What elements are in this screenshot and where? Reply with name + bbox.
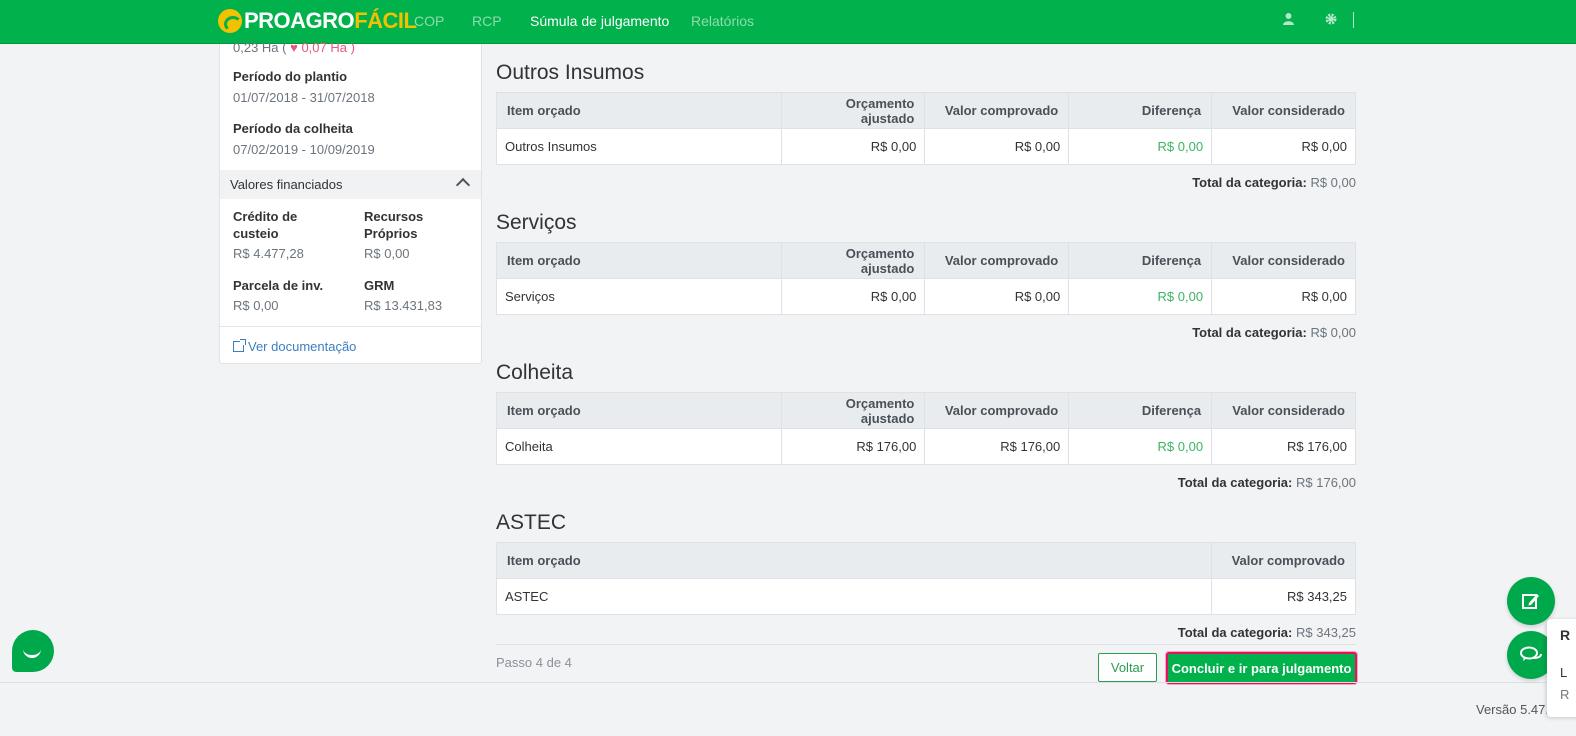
col-difference: Diferença xyxy=(1068,392,1213,429)
cell-adjusted: R$ 0,00 xyxy=(781,128,926,165)
page-divider xyxy=(0,682,1548,683)
logo-text: PROAGROFÁCIL xyxy=(244,8,417,33)
cell-proven: R$ 0,00 xyxy=(924,128,1070,165)
planting-period-value: 01/07/2018 - 31/07/2018 xyxy=(233,90,375,105)
own-resources-label: Recursos Próprios xyxy=(364,209,424,241)
cell-considered: R$ 176,00 xyxy=(1211,428,1356,465)
cell-difference: R$ 0,00 xyxy=(1068,278,1213,315)
cell-considered: R$ 0,00 xyxy=(1211,128,1356,165)
cell-adjusted: R$ 176,00 xyxy=(781,428,926,465)
investment-label: Parcela de inv. xyxy=(233,278,324,293)
col-adjusted: Orçamento ajustado xyxy=(781,392,926,429)
harvest-period-label: Período da colheita xyxy=(233,121,353,136)
grm-value: R$ 13.431,83 xyxy=(364,298,443,313)
category-total-outros-insumos: Total da categoria: R$ 0,00 xyxy=(1192,175,1356,190)
col-item: Item orçado xyxy=(495,242,783,279)
credit-label: Crédito de custeio xyxy=(233,209,298,241)
cell-item: ASTEC xyxy=(495,578,1213,615)
investment-value: R$ 0,00 xyxy=(233,298,279,313)
area-loss: 0,07 Ha xyxy=(301,40,347,55)
side-popup[interactable]: R L R xyxy=(1547,619,1576,717)
step-indicator: Passo 4 de 4 xyxy=(496,655,572,670)
section-title-outros-insumos: Outros Insumos xyxy=(496,61,645,84)
table-header-row: Item orçado Orçamento ajustado Valor com… xyxy=(495,92,1356,129)
cell-adjusted: R$ 0,00 xyxy=(781,278,926,315)
section-title-astec: ASTEC xyxy=(496,511,567,534)
nav-item-relatorios[interactable]: Relatórios xyxy=(691,13,754,29)
nav-separator xyxy=(1353,12,1354,28)
planting-period-label: Período do plantio xyxy=(233,69,348,84)
col-difference: Diferença xyxy=(1068,92,1213,129)
back-button[interactable]: Voltar xyxy=(1098,653,1157,682)
col-item: Item orçado xyxy=(495,542,1213,579)
table-astec: Item orçado Valor comprovado ASTEC R$ 34… xyxy=(495,542,1356,615)
chevron-up-icon[interactable] xyxy=(455,177,471,193)
col-adjusted: Orçamento ajustado xyxy=(781,92,926,129)
table-servicos: Item orçado Orçamento ajustado Valor com… xyxy=(495,242,1356,315)
table-row: Colheita R$ 176,00 R$ 176,00 R$ 0,00 R$ … xyxy=(495,428,1356,465)
section-title-colheita: Colheita xyxy=(496,361,574,384)
col-considered: Valor considerado xyxy=(1211,242,1356,279)
col-item: Item orçado xyxy=(495,92,783,129)
table-header-row: Item orçado Orçamento ajustado Valor com… xyxy=(495,242,1356,279)
col-item: Item orçado xyxy=(495,392,783,429)
area-row: 0,23 Ha ( ♥ 0,07 Ha ) xyxy=(233,40,355,55)
col-proven: Valor comprovado xyxy=(924,242,1070,279)
nav-item-cop[interactable]: COP xyxy=(414,13,444,29)
view-documentation-link[interactable]: Ver documentação xyxy=(233,339,356,354)
col-difference: Diferença xyxy=(1068,242,1213,279)
panel-divider xyxy=(220,326,481,327)
col-proven: Valor comprovado xyxy=(1211,542,1356,579)
proagro-facil-logo[interactable]: PROAGROFÁCIL xyxy=(218,6,417,36)
cell-difference: R$ 0,00 xyxy=(1068,428,1213,465)
harvest-period-value: 07/02/2019 - 10/09/2019 xyxy=(233,142,375,157)
col-adjusted: Orçamento ajustado xyxy=(781,242,926,279)
table-row: Serviços R$ 0,00 R$ 0,00 R$ 0,00 R$ 0,00 xyxy=(495,278,1356,315)
financed-values-title: Valores financiados xyxy=(230,177,343,192)
user-icon[interactable] xyxy=(1283,13,1294,28)
cell-item: Colheita xyxy=(495,428,783,465)
table-header-row: Item orçado Valor comprovado xyxy=(495,542,1356,579)
grm-label: GRM xyxy=(364,278,395,293)
nav-item-sumula[interactable]: Súmula de julgamento xyxy=(530,13,669,29)
cell-difference: R$ 0,00 xyxy=(1068,128,1213,165)
gear-icon[interactable] xyxy=(1325,13,1337,28)
cell-proven: R$ 176,00 xyxy=(924,428,1070,465)
logo-mark-icon xyxy=(218,9,242,33)
footer-divider xyxy=(496,644,1356,645)
chat-widget-icon[interactable] xyxy=(12,630,54,672)
table-row: ASTEC R$ 343,25 xyxy=(495,578,1356,615)
top-navbar: PROAGROFÁCIL COP RCP Súmula de julgament… xyxy=(0,0,1576,44)
credit-value: R$ 4.477,28 xyxy=(233,246,304,261)
table-colheita: Item orçado Orçamento ajustado Valor com… xyxy=(495,392,1356,465)
category-total-colheita: Total da categoria: R$ 176,00 xyxy=(1177,475,1356,490)
cell-proven: R$ 0,00 xyxy=(924,278,1070,315)
table-header-row: Item orçado Orçamento ajustado Valor com… xyxy=(495,392,1356,429)
nav-item-rcp[interactable]: RCP xyxy=(472,13,502,29)
cell-proven: R$ 343,25 xyxy=(1211,578,1356,615)
summary-panel: 0,23 Ha ( ♥ 0,07 Ha ) Período do plantio… xyxy=(219,40,482,364)
own-resources-value: R$ 0,00 xyxy=(364,246,410,261)
category-total-astec: Total da categoria: R$ 343,25 xyxy=(1177,625,1356,640)
finish-and-judge-button[interactable]: Concluir e ir para julgamento xyxy=(1166,652,1357,684)
edit-icon[interactable] xyxy=(1507,577,1555,625)
col-considered: Valor considerado xyxy=(1211,92,1356,129)
cell-item: Serviços xyxy=(495,278,783,315)
col-considered: Valor considerado xyxy=(1211,392,1356,429)
heart-icon: ♥ xyxy=(290,40,298,55)
cell-considered: R$ 0,00 xyxy=(1211,278,1356,315)
col-proven: Valor comprovado xyxy=(924,392,1070,429)
version-label: Versão 5.47. xyxy=(1476,702,1549,717)
section-title-servicos: Serviços xyxy=(496,211,577,234)
financed-values-header[interactable]: Valores financiados xyxy=(220,170,481,199)
table-outros-insumos: Item orçado Orçamento ajustado Valor com… xyxy=(495,92,1356,165)
cell-item: Outros Insumos xyxy=(495,128,783,165)
table-row: Outros Insumos R$ 0,00 R$ 0,00 R$ 0,00 R… xyxy=(495,128,1356,165)
category-total-servicos: Total da categoria: R$ 0,00 xyxy=(1192,325,1356,340)
col-proven: Valor comprovado xyxy=(924,92,1070,129)
external-link-icon xyxy=(233,339,246,352)
